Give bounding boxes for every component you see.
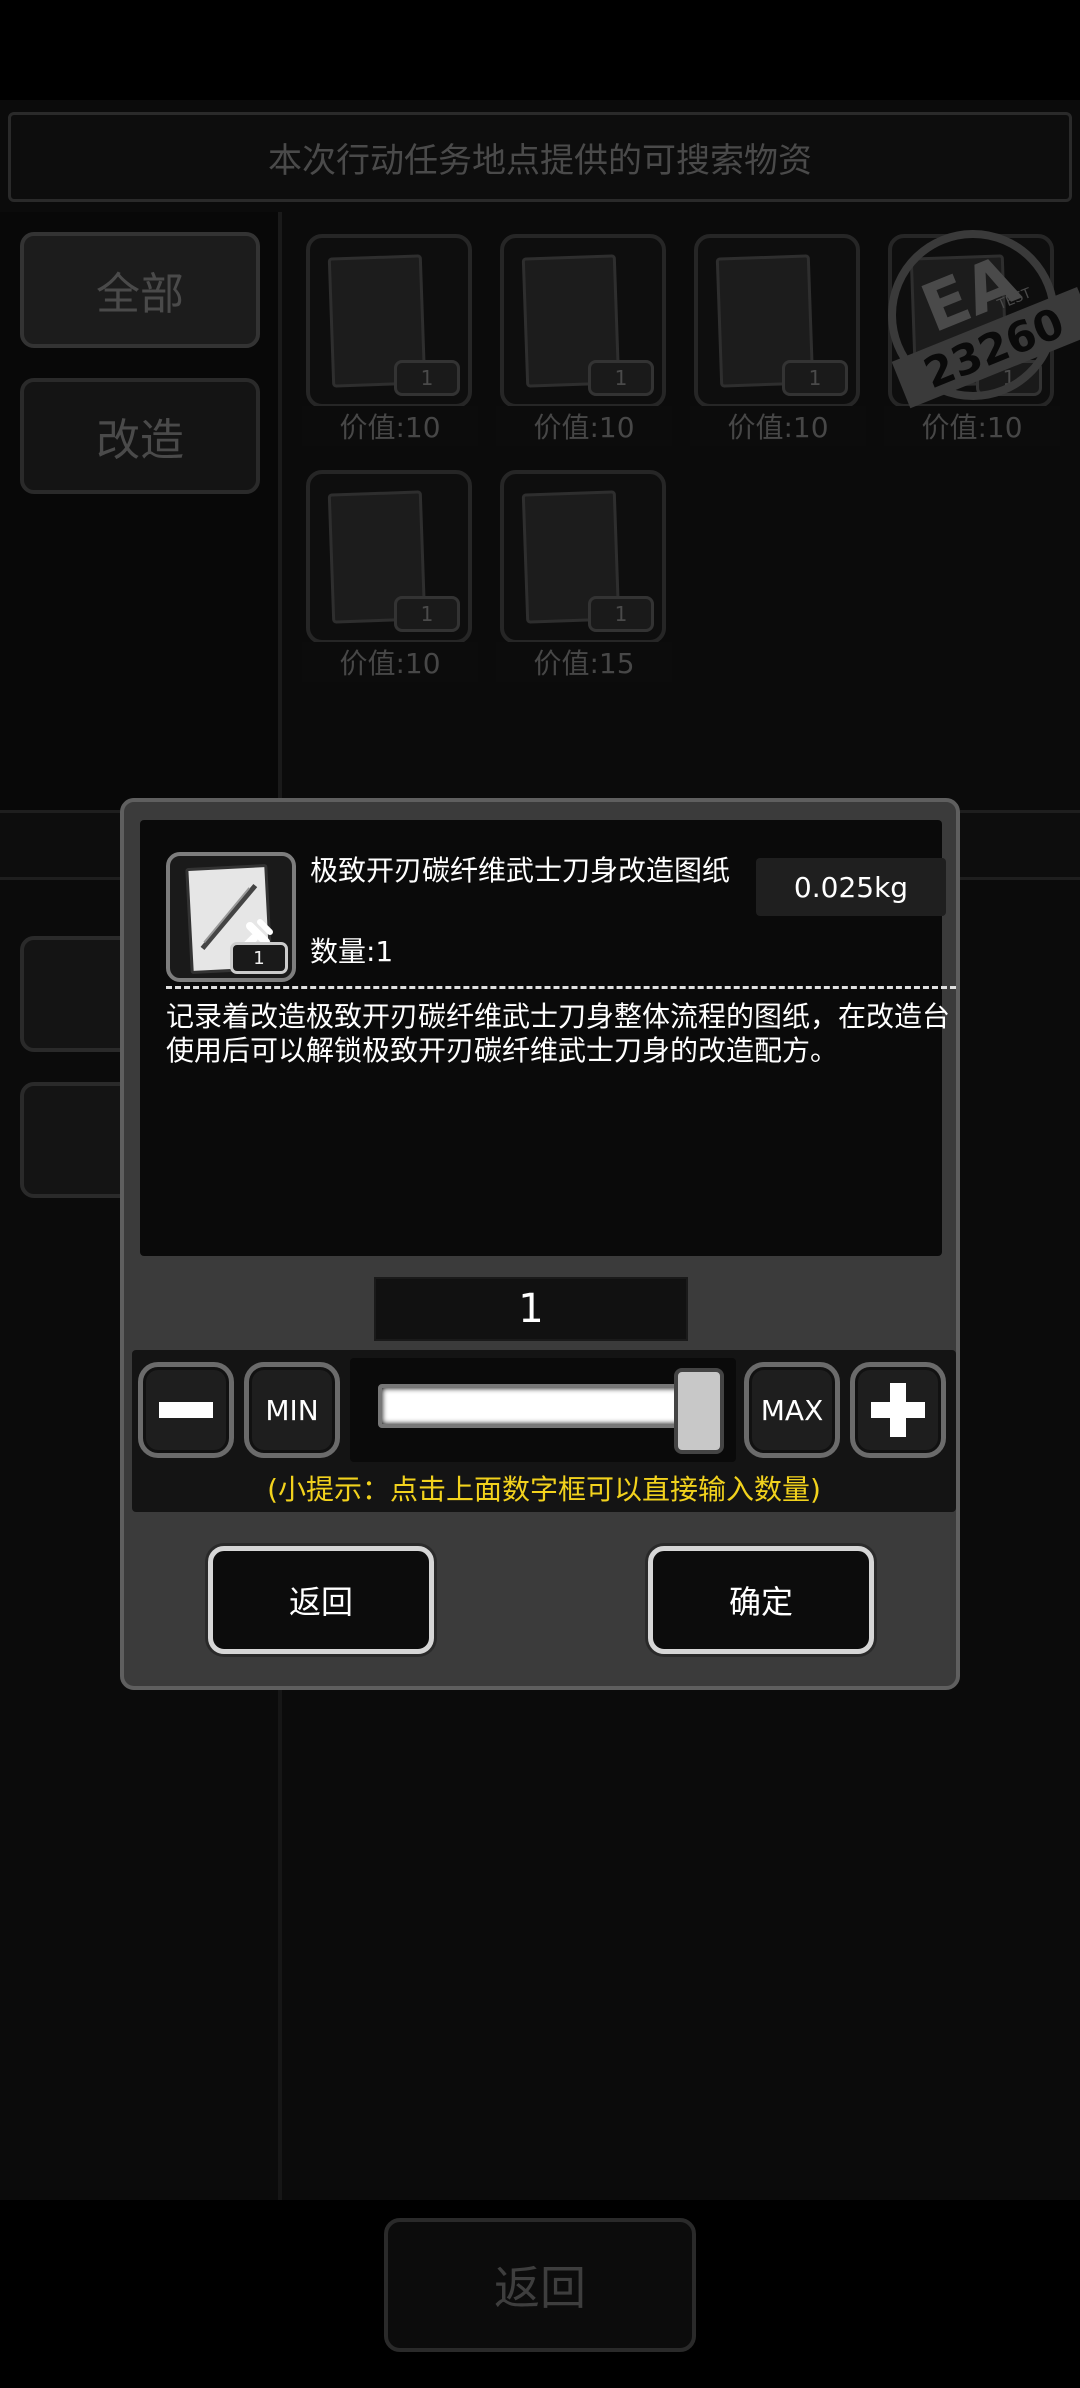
dashed-divider xyxy=(166,986,956,989)
category-modify-button[interactable]: 改造 xyxy=(20,378,260,494)
item-description: 记录着改造极致开刃碳纤维武士刀身整体流程的图纸，在改造台使用后可以解锁极致开刃碳… xyxy=(166,1000,951,1067)
item-name: 极致开刃碳纤维武士刀身改造图纸 xyxy=(310,854,731,887)
item-value: 价值:10 xyxy=(884,406,1060,446)
confirm-button[interactable]: 确定 xyxy=(648,1546,874,1654)
quantity-hint: (小提示：点击上面数字框可以直接输入数量) xyxy=(267,1473,821,1506)
item-icon-frame: 1 xyxy=(166,852,296,982)
item-count-badge: 1 xyxy=(230,942,288,974)
back-button[interactable]: 返回 xyxy=(208,1546,434,1654)
item-count-badge: 1 xyxy=(588,596,654,632)
category-all-button[interactable]: 全部 xyxy=(20,232,260,348)
item-detail-dialog: 1 极致开刃碳纤维武士刀身改造图纸 数量:1 0.025kg 记录着改造极致开刃… xyxy=(120,798,960,1690)
item-card[interactable]: 1 xyxy=(500,234,666,408)
decrease-button[interactable] xyxy=(138,1362,234,1458)
min-button[interactable]: MIN xyxy=(244,1362,340,1458)
item-quantity: 数量:1 xyxy=(310,935,394,968)
item-count-badge: 1 xyxy=(782,360,848,396)
item-value: 价值:10 xyxy=(496,406,672,446)
item-weight: 0.025kg xyxy=(756,858,946,916)
item-count-badge: 1 xyxy=(394,360,460,396)
slider-track[interactable] xyxy=(378,1384,708,1428)
item-value: 价值:10 xyxy=(302,642,478,682)
increase-button[interactable] xyxy=(850,1362,946,1458)
item-value: 价值:10 xyxy=(690,406,866,446)
item-value: 价值:15 xyxy=(496,642,672,682)
item-count-badge: 1 xyxy=(588,360,654,396)
background-back-button[interactable]: 返回 xyxy=(384,2218,696,2352)
item-count-badge: 1 xyxy=(394,596,460,632)
supplies-title: 本次行动任务地点提供的可搜索物资 xyxy=(8,112,1072,202)
item-card[interactable]: 1 xyxy=(500,470,666,644)
item-card[interactable]: 1 xyxy=(694,234,860,408)
plus-icon xyxy=(871,1383,925,1437)
max-button[interactable]: MAX xyxy=(744,1362,840,1458)
slider-handle[interactable] xyxy=(674,1368,724,1454)
item-card[interactable]: 1 xyxy=(306,470,472,644)
quantity-input[interactable]: 1 xyxy=(374,1277,688,1341)
item-info-panel: 1 极致开刃碳纤维武士刀身改造图纸 数量:1 0.025kg 记录着改造极致开刃… xyxy=(140,820,956,1256)
minus-icon xyxy=(159,1402,213,1418)
item-card[interactable]: 1 xyxy=(306,234,472,408)
item-value: 价值:10 xyxy=(302,406,478,446)
